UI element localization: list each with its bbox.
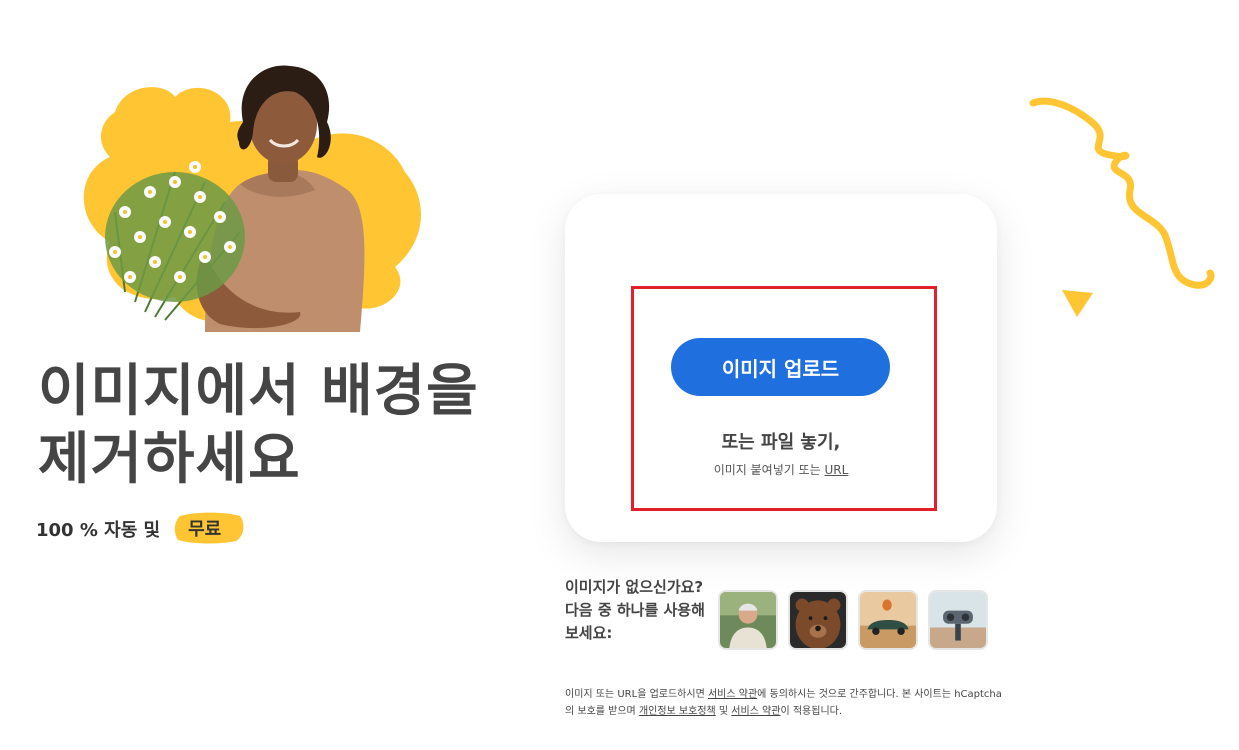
tagline: 100 % 자동 및 무료: [36, 512, 244, 546]
vintage-car-icon: [860, 592, 916, 648]
url-link[interactable]: URL: [825, 463, 849, 477]
legal-text-1: 이미지 또는 URL을 업로드하시면: [565, 689, 708, 700]
sample-prompt: 이미지가 없으신가요? 다음 중 하나를 사용해 보세요:: [565, 578, 705, 642]
legal-text-3: 및: [715, 706, 732, 717]
sample-man-thumbnail[interactable]: [718, 590, 778, 650]
drop-subtext-label: 이미지 붙여넣기 또는: [713, 463, 825, 477]
terms-link-2[interactable]: 서비스 약관: [731, 706, 780, 717]
sample-viewer-thumbnail[interactable]: [928, 590, 988, 650]
bear-icon: [790, 592, 846, 648]
binocular-viewer-icon: [930, 592, 986, 648]
drop-file-title: 또는 파일 놓기,: [721, 432, 841, 453]
drop-subtext: 이미지 붙여넣기 또는 URL: [631, 461, 931, 478]
free-badge: 무료: [172, 512, 244, 546]
legal-notice: 이미지 또는 URL을 업로드하시면 서비스 약관에 동의하시는 것으로 간주합…: [565, 686, 1005, 720]
hero-image: [55, 62, 435, 337]
upload-image-button[interactable]: 이미지 업로드: [671, 338, 890, 396]
man-portrait-icon: [720, 592, 776, 648]
page-title: 이미지에서 배경을 제거하세요: [38, 359, 479, 492]
tagline-text: 100 % 자동 및: [36, 520, 161, 541]
legal-text-4: 이 적용됩니다.: [780, 706, 843, 717]
privacy-policy-link[interactable]: 개인정보 보호정책: [639, 706, 716, 717]
free-badge-label: 무료: [188, 519, 222, 540]
sample-bear-thumbnail[interactable]: [788, 590, 848, 650]
squiggle-decoration-icon: [1029, 97, 1215, 317]
sample-images: [718, 590, 988, 650]
sample-car-thumbnail[interactable]: [858, 590, 918, 650]
terms-link[interactable]: 서비스 약관: [708, 689, 757, 700]
